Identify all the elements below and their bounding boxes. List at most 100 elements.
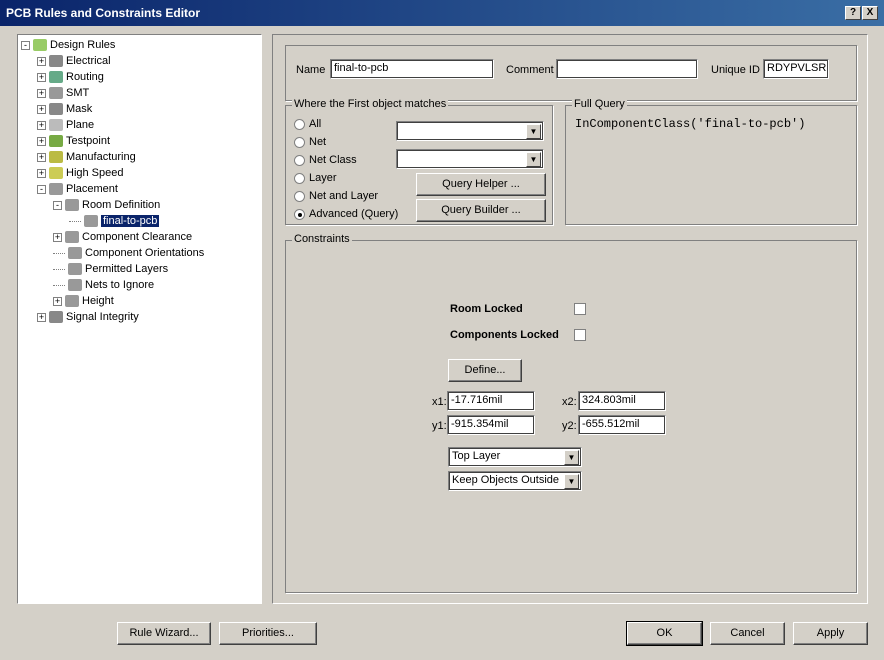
tree-item-label: Nets to Ignore <box>85 279 155 291</box>
cancel-button[interactable]: Cancel <box>710 622 785 645</box>
priorities-button[interactable]: Priorities... <box>219 622 317 645</box>
tree-item[interactable]: + Signal Integrity <box>37 309 139 325</box>
x1-input[interactable]: -17.716mil <box>447 391 535 411</box>
match-radio[interactable]: Layer <box>294 170 337 186</box>
rule-icon <box>49 167 63 180</box>
apply-button[interactable]: Apply <box>793 622 868 645</box>
tree-item[interactable]: + Mask <box>37 101 92 117</box>
expand-icon[interactable]: + <box>37 136 46 146</box>
tree-item-label: Permitted Layers <box>85 263 169 275</box>
full-query-title: Full Query <box>572 98 627 110</box>
tree-item[interactable]: + Testpoint <box>37 133 110 149</box>
tree-item-label: SMT <box>66 87 90 99</box>
radio-icon[interactable] <box>294 190 305 202</box>
full-query-group: Full Query InComponentClass('final-to-pc… <box>565 98 857 225</box>
net-combo[interactable]: ▼ <box>396 121 544 141</box>
window-title: PCB Rules and Constraints Editor <box>6 6 201 20</box>
components-locked-checkbox[interactable] <box>574 329 586 341</box>
match-radio[interactable]: Net Class <box>294 152 357 168</box>
room-locked-label: Room Locked <box>450 303 523 315</box>
expand-icon[interactable]: + <box>37 104 46 114</box>
tree-item[interactable]: + Component Clearance <box>53 229 192 245</box>
layer-select[interactable]: Top Layer ▼ <box>448 447 582 467</box>
tree-line <box>53 284 65 286</box>
comment-input[interactable] <box>556 59 698 79</box>
rule-icon <box>65 199 79 212</box>
tree-item[interactable]: + Manufacturing <box>37 149 136 165</box>
tree-item[interactable]: Nets to Ignore <box>53 277 154 293</box>
tree-item[interactable]: - Room Definition <box>53 197 160 213</box>
full-query-text[interactable]: InComponentClass('final-to-pcb') <box>575 117 805 131</box>
expand-icon[interactable]: + <box>37 72 46 82</box>
rule-wizard-button[interactable]: Rule Wizard... <box>117 622 211 645</box>
tree-item[interactable]: + Plane <box>37 117 94 133</box>
expand-icon[interactable]: + <box>37 88 46 98</box>
collapse-icon[interactable]: - <box>53 200 62 210</box>
collapse-icon[interactable]: - <box>21 40 30 50</box>
tree-item-label: Mask <box>66 103 93 115</box>
x2-input[interactable]: 324.803mil <box>578 391 666 411</box>
chevron-down-icon: ▼ <box>526 124 541 139</box>
radio-icon[interactable] <box>294 118 305 130</box>
header-group: Name final-to-pcb Comment Unique ID RDYP… <box>285 45 857 101</box>
tree-item[interactable]: Permitted Layers <box>53 261 168 277</box>
close-button[interactable]: X <box>862 6 878 20</box>
tree-item[interactable]: + Height <box>53 293 114 309</box>
y2-label: y2: <box>562 420 577 432</box>
define-button[interactable]: Define... <box>448 359 522 382</box>
tree-item-label: Testpoint <box>66 135 111 147</box>
keep-value: Keep Objects Outside <box>452 474 560 486</box>
expand-icon[interactable]: + <box>37 120 46 130</box>
name-input[interactable]: final-to-pcb <box>330 59 494 79</box>
expand-icon[interactable]: + <box>37 168 46 178</box>
comment-label: Comment <box>506 64 554 76</box>
rule-icon <box>49 183 63 196</box>
radio-icon[interactable] <box>294 154 305 166</box>
x2-label: x2: <box>562 396 577 408</box>
match-radio[interactable]: Advanced (Query) <box>294 206 398 222</box>
collapse-icon[interactable]: - <box>37 184 46 194</box>
help-button[interactable]: ? <box>845 6 861 20</box>
tree-line <box>53 252 65 254</box>
radio-icon[interactable] <box>294 172 305 184</box>
y2-input[interactable]: -655.512mil <box>578 415 666 435</box>
tree-item[interactable]: + Electrical <box>37 53 111 69</box>
tree-item[interactable]: Component Orientations <box>53 245 204 261</box>
match-radio[interactable]: Net <box>294 134 326 150</box>
radio-label: All <box>309 118 322 130</box>
ok-button[interactable]: OK <box>626 621 703 646</box>
expand-icon[interactable]: + <box>53 296 62 306</box>
rule-icon <box>33 39 47 52</box>
rules-tree[interactable]: - Design Rules + Electrical + Routing + SMT + Mas… <box>17 34 262 604</box>
rule-icon <box>49 311 63 324</box>
chevron-down-icon: ▼ <box>564 474 579 489</box>
query-builder-button[interactable]: Query Builder ... <box>416 199 546 222</box>
tree-item-label: Component Clearance <box>82 231 193 243</box>
keep-select[interactable]: Keep Objects Outside ▼ <box>448 471 582 491</box>
tree-item[interactable]: final-to-pcb <box>69 213 161 229</box>
match-radio[interactable]: Net and Layer <box>294 188 378 204</box>
y1-input[interactable]: -915.354mil <box>447 415 535 435</box>
tree-item[interactable]: + Routing <box>37 69 104 85</box>
expand-icon[interactable]: + <box>37 56 46 66</box>
tree-item[interactable]: - Design Rules <box>21 37 115 53</box>
rule-icon <box>68 279 82 292</box>
tree-item[interactable]: + SMT <box>37 85 89 101</box>
room-locked-checkbox[interactable] <box>574 303 586 315</box>
radio-icon[interactable] <box>294 208 305 220</box>
rule-icon <box>49 151 63 164</box>
netclass-combo[interactable]: ▼ <box>396 149 544 169</box>
tree-item[interactable]: - Placement <box>37 181 118 197</box>
expand-icon[interactable]: + <box>37 312 46 322</box>
tree-item-label: Manufacturing <box>66 151 136 163</box>
rule-icon <box>84 215 98 228</box>
query-helper-button[interactable]: Query Helper ... <box>416 173 546 196</box>
tree-item[interactable]: + High Speed <box>37 165 124 181</box>
expand-icon[interactable]: + <box>37 152 46 162</box>
expand-icon[interactable]: + <box>53 232 62 242</box>
radio-icon[interactable] <box>294 136 305 148</box>
match-radio[interactable]: All <box>294 116 321 132</box>
rule-icon <box>68 247 82 260</box>
uid-input[interactable]: RDYPVLSR <box>763 59 829 79</box>
tree-item-label: Plane <box>66 119 95 131</box>
